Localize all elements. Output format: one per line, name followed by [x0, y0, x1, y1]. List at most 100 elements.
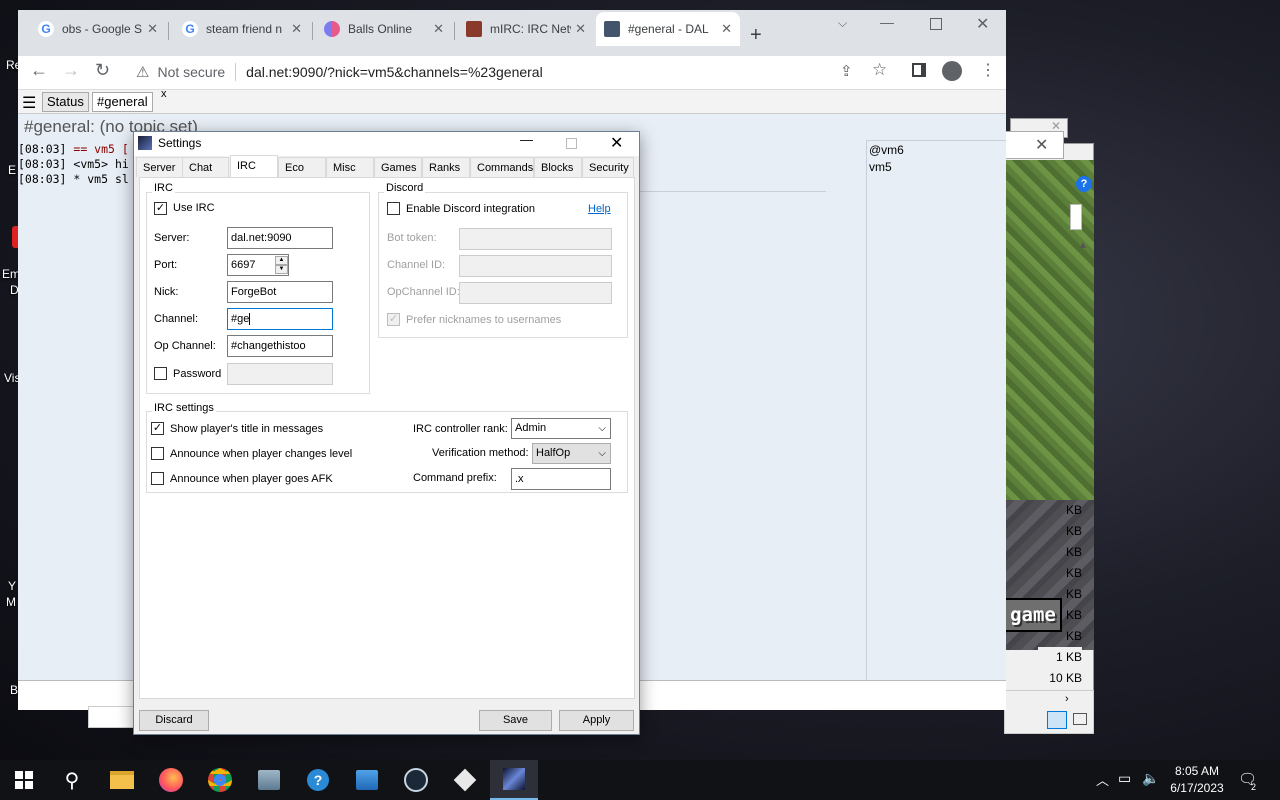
settings-app-taskbar-icon[interactable] — [490, 760, 538, 800]
minimize-icon[interactable]: — — [520, 132, 533, 147]
scroll-up-icon[interactable]: ▲ — [1078, 240, 1088, 251]
chevron-up-icon[interactable]: ︿ — [1096, 770, 1109, 789]
background-search-field[interactable] — [1070, 204, 1082, 230]
password-checkbox[interactable] — [154, 367, 167, 380]
new-tab-icon[interactable]: + — [750, 24, 762, 47]
nick-item[interactable]: @vm6 — [869, 143, 904, 157]
menu-kebab-icon[interactable]: ⋮ — [980, 60, 996, 80]
help-shape: ? — [307, 769, 329, 791]
network-icon[interactable]: ▭ — [1118, 770, 1131, 787]
browser-tab-balls[interactable]: Balls Online ✕ — [316, 12, 452, 46]
photos-icon[interactable] — [343, 760, 391, 800]
security-label[interactable]: Not secure — [157, 64, 225, 80]
prefer-nicknames-checkbox: ✓ — [387, 313, 400, 326]
nick-input[interactable]: ForgeBot — [227, 281, 333, 303]
close-tab-icon[interactable]: ✕ — [433, 21, 444, 37]
command-prefix-input[interactable]: .x — [511, 468, 611, 490]
browser-tab-obs[interactable]: G obs - Google S ✕ — [30, 12, 166, 46]
details-view-icon[interactable] — [1047, 711, 1067, 729]
tab-search-icon[interactable]: ⌵ — [838, 16, 847, 31]
nick-item[interactable]: vm5 — [869, 160, 892, 174]
tab-chat[interactable]: Chat — [182, 157, 229, 177]
address-bar[interactable]: ⚠ Not secure dal.net:9090/?nick=vm5&chan… — [128, 58, 868, 86]
profile-avatar-icon[interactable] — [942, 61, 962, 81]
chrome-icon[interactable] — [196, 760, 244, 800]
port-stepper[interactable]: 6697 ▲ ▼ — [227, 254, 289, 276]
verification-select[interactable]: HalfOp ⌵ — [532, 443, 611, 464]
settings-titlebar[interactable]: Settings — ✕ — [134, 132, 639, 156]
close-icon[interactable]: ✕ — [976, 14, 989, 34]
desktop-label-e[interactable]: E — [8, 163, 16, 177]
close-icon[interactable]: ✕ — [610, 133, 623, 153]
tab-eco[interactable]: Eco — [278, 157, 326, 177]
irc-tab-general[interactable]: #general — [92, 92, 153, 112]
help-app-icon[interactable]: ? — [294, 760, 342, 800]
browser-tab-steam[interactable]: G steam friend n ✕ — [174, 12, 310, 46]
background-window-fragment — [88, 706, 134, 728]
channel-id-label: Channel ID: — [387, 259, 446, 271]
announce-level-checkbox[interactable] — [151, 447, 164, 460]
server-input[interactable]: dal.net:9090 — [227, 227, 333, 249]
side-panel-icon[interactable] — [912, 63, 926, 77]
balls-online-icon — [324, 21, 340, 37]
opchannel-input[interactable]: #changethistoo — [227, 335, 333, 357]
tab-security[interactable]: Security — [582, 157, 634, 177]
tab-commands[interactable]: Commands — [470, 157, 534, 177]
decrement-icon[interactable]: ▼ — [275, 265, 288, 274]
apply-button[interactable]: Apply — [559, 710, 634, 731]
desktop-label-m[interactable]: M — [6, 595, 16, 609]
hamburger-menu-icon[interactable]: ☰ — [22, 93, 36, 113]
close-icon[interactable]: ✕ — [1035, 135, 1048, 155]
controller-rank-select[interactable]: Admin ⌵ — [511, 418, 611, 439]
irc-tab-status[interactable]: Status — [42, 92, 89, 112]
server-label: Server: — [154, 232, 190, 244]
clock-time[interactable]: 8:05 AM — [1170, 764, 1224, 778]
show-title-checkbox[interactable]: ✓ — [151, 422, 164, 435]
start-button[interactable] — [0, 760, 48, 800]
back-icon[interactable]: ← — [30, 60, 48, 81]
tiles-view-icon[interactable] — [1073, 713, 1087, 725]
tab-blocks[interactable]: Blocks — [534, 157, 582, 177]
volume-muted-icon[interactable]: 🔈 — [1142, 770, 1159, 787]
channel-input[interactable]: #ge — [227, 308, 333, 330]
desktop-label-b[interactable]: B — [10, 683, 18, 697]
forward-icon[interactable]: → — [62, 60, 80, 81]
enable-discord-checkbox[interactable] — [387, 202, 400, 215]
close-tab-icon[interactable]: ✕ — [291, 21, 302, 37]
tab-games[interactable]: Games — [374, 157, 422, 177]
clock-date[interactable]: 6/17/2023 — [1166, 781, 1228, 795]
firefox-icon[interactable] — [147, 760, 195, 800]
save-button[interactable]: Save — [479, 710, 552, 731]
game-launcher-icon[interactable] — [441, 760, 489, 800]
tab-ranks[interactable]: Ranks — [422, 157, 470, 177]
control-panel-icon[interactable] — [245, 760, 293, 800]
bookmark-star-icon[interactable]: ☆ — [872, 60, 887, 80]
reload-icon[interactable]: ↻ — [95, 60, 110, 81]
use-irc-label: Use IRC — [173, 202, 215, 214]
tab-server[interactable]: Server — [136, 157, 183, 177]
file-explorer-icon[interactable] — [98, 760, 146, 800]
search-icon[interactable]: ⚲ — [48, 760, 96, 800]
maximize-icon[interactable] — [930, 18, 942, 30]
browser-tab-mirc[interactable]: mIRC: IRC Netw ✕ — [458, 12, 594, 46]
scroll-right-icon[interactable]: › — [1065, 693, 1069, 705]
increment-icon[interactable]: ▲ — [275, 256, 288, 265]
tab-misc[interactable]: Misc — [326, 157, 374, 177]
minimize-icon[interactable]: — — [880, 14, 894, 30]
warning-icon[interactable]: ⚠ — [136, 63, 149, 81]
announce-afk-checkbox[interactable] — [151, 472, 164, 485]
url-text[interactable]: dal.net:9090/?nick=vm5&channels=%23gener… — [246, 64, 543, 80]
close-tab-icon[interactable]: ✕ — [147, 21, 158, 37]
help-icon[interactable]: ? — [1076, 176, 1092, 192]
tab-irc[interactable]: IRC — [230, 155, 278, 178]
close-tab-icon[interactable]: ✕ — [721, 21, 732, 37]
help-link[interactable]: Help — [588, 203, 611, 215]
close-tab-icon[interactable]: ✕ — [575, 21, 586, 37]
desktop-label-y[interactable]: Y — [8, 579, 16, 593]
steam-icon[interactable] — [392, 760, 440, 800]
use-irc-checkbox[interactable]: ✓ — [154, 202, 167, 215]
share-icon[interactable]: ⇪ — [840, 62, 853, 80]
discard-button[interactable]: Discard — [139, 710, 209, 731]
browser-tab-general[interactable]: #general - DAL ✕ — [596, 12, 740, 46]
close-channel-icon[interactable]: x — [161, 88, 167, 100]
